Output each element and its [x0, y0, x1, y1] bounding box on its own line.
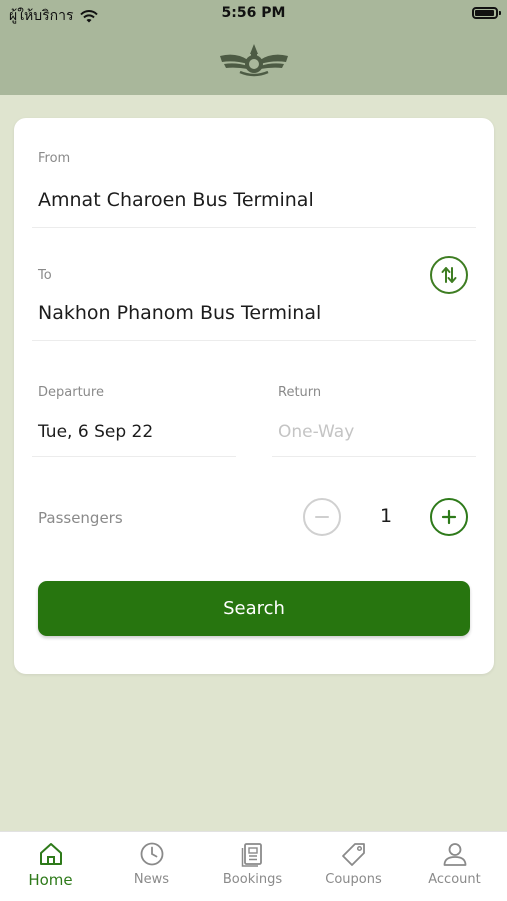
battery-icon — [472, 7, 501, 19]
user-icon — [443, 843, 466, 866]
departure-divider — [32, 456, 236, 457]
clock-icon — [140, 842, 163, 866]
tab-news-label: News — [133, 872, 170, 887]
swap-stations-button[interactable] — [430, 256, 468, 294]
passenger-count: 1 — [379, 505, 393, 527]
tab-home-label: Home — [28, 871, 73, 889]
decrease-passengers-button[interactable] — [303, 498, 341, 536]
departure-field[interactable]: Tue, 6 Sep 22 — [38, 422, 153, 442]
passengers-label: Passengers — [38, 509, 123, 527]
tab-bookings-label: Bookings — [222, 872, 283, 887]
tab-home[interactable]: Home — [0, 832, 101, 901]
to-divider — [32, 340, 476, 341]
tag-icon — [341, 843, 365, 866]
from-field[interactable]: Amnat Charoen Bus Terminal — [38, 189, 314, 211]
minus-icon — [315, 516, 329, 518]
tab-bookings[interactable]: Bookings — [202, 832, 303, 901]
search-form-card: From Amnat Charoen Bus Terminal To Nakho… — [14, 118, 494, 674]
home-icon — [39, 843, 62, 865]
to-label: To — [38, 268, 52, 283]
bottom-tab-bar: Home News Bookings Coupons Account — [0, 831, 507, 901]
from-divider — [32, 227, 476, 228]
swap-arrows-icon — [441, 267, 457, 283]
tab-news[interactable]: News — [101, 832, 202, 901]
departure-label: Departure — [38, 385, 104, 400]
logo-emblem — [220, 44, 288, 77]
increase-passengers-button[interactable] — [430, 498, 468, 536]
tab-account-label: Account — [428, 872, 481, 887]
tab-account[interactable]: Account — [404, 832, 505, 901]
return-field[interactable]: One-Way — [278, 422, 354, 442]
to-field[interactable]: Nakhon Phanom Bus Terminal — [38, 302, 321, 324]
app-header: ผู้ให้บริการ 5:56 PM — [0, 0, 507, 95]
tab-coupons[interactable]: Coupons — [303, 832, 404, 901]
status-time: 5:56 PM — [221, 5, 286, 21]
return-divider — [272, 456, 476, 457]
plus-icon — [441, 509, 457, 525]
return-label: Return — [278, 385, 322, 400]
search-button[interactable]: Search — [38, 581, 470, 636]
bookings-icon — [241, 843, 262, 867]
status-bar: ผู้ให้บริการ 5:56 PM — [0, 0, 507, 28]
tab-coupons-label: Coupons — [325, 872, 382, 887]
from-label: From — [38, 151, 71, 166]
